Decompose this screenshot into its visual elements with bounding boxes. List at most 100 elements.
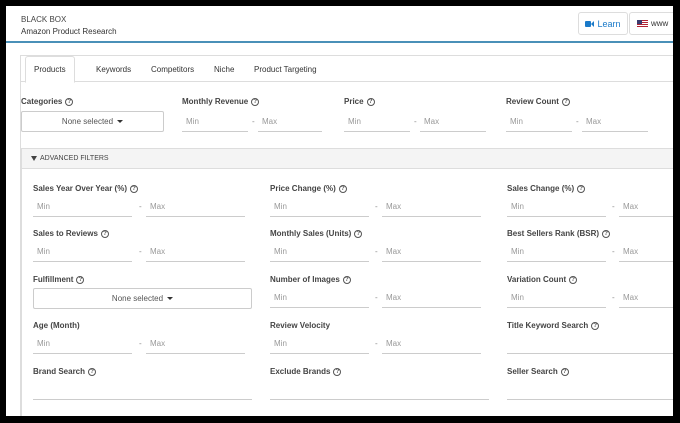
video-camera-icon [585,20,595,27]
sales-to-reviews-min-input[interactable] [33,242,132,262]
us-flag-icon [637,20,648,27]
price-max-input[interactable] [420,112,486,132]
help-icon[interactable]: ? [569,275,578,284]
advanced-filters-toggle[interactable]: ADVANCED FILTERS [22,149,673,169]
sales-yoy-max-input[interactable] [146,197,245,217]
range-separator: - [375,247,378,256]
help-icon[interactable]: ? [602,229,611,238]
exclude-brands-input[interactable] [270,380,489,400]
help-icon[interactable]: ? [100,229,109,238]
app-window: BLACK BOX Amazon Product Research Learn … [6,6,673,416]
sales-change-label: Sales Change (%) ? [507,184,586,193]
advanced-filters-section: ADVANCED FILTERS Sales Year Over Year (%… [21,148,673,416]
sales-to-reviews-max-input[interactable] [146,242,245,262]
fulfillment-label: Fulfillment ? [33,275,85,284]
help-icon[interactable]: ? [561,97,570,106]
range-separator: - [612,247,615,256]
range-separator: - [139,202,142,211]
tab-product-targeting[interactable]: Product Targeting [254,56,317,82]
categories-select[interactable]: None selected [21,111,164,132]
advanced-filters-title: ADVANCED FILTERS [40,155,109,162]
marketplace-selector[interactable]: www [629,12,673,35]
brand-title: BLACK BOX [21,15,67,24]
review-velocity-max-input[interactable] [382,334,481,354]
fulfillment-select[interactable]: None selected [33,288,252,309]
exclude-brands-label: Exclude Brands ? [270,367,342,376]
range-separator: - [612,293,615,302]
num-images-label: Number of Images ? [270,275,351,284]
title-keyword-input[interactable] [507,334,673,354]
bsr-label: Best Sellers Rank (BSR) ? [507,229,611,238]
help-icon[interactable]: ? [577,184,586,193]
brand-search-input[interactable] [33,380,252,400]
filters-panel: Products Keywords Competitors Niche Prod… [20,55,673,416]
help-icon[interactable]: ? [591,321,600,330]
help-icon[interactable]: ? [342,275,351,284]
tab-products[interactable]: Products [25,56,75,83]
price-change-label: Price Change (%) ? [270,184,347,193]
brand-subtitle: Amazon Product Research [21,27,117,36]
help-icon[interactable]: ? [354,229,363,238]
review-count-min-input[interactable] [506,112,572,132]
num-images-max-input[interactable] [382,288,481,308]
review-count-label: Review Count ? [506,97,570,106]
range-separator: - [612,202,615,211]
monthly-sales-min-input[interactable] [270,242,369,262]
seller-search-label: Seller Search ? [507,367,569,376]
monthly-revenue-label: Monthly Revenue ? [182,97,260,106]
bsr-min-input[interactable] [507,242,606,262]
price-change-max-input[interactable] [382,197,481,217]
monthly-revenue-min-input[interactable] [182,112,248,132]
caret-down-icon [167,297,174,300]
monthly-sales-label: Monthly Sales (Units) ? [270,229,363,238]
bsr-max-input[interactable] [619,242,673,262]
variation-count-max-input[interactable] [619,288,673,308]
help-icon[interactable]: ? [333,367,342,376]
sales-yoy-min-input[interactable] [33,197,132,217]
help-icon[interactable]: ? [338,184,347,193]
learn-button[interactable]: Learn [578,12,628,35]
tab-niche[interactable]: Niche [214,56,234,82]
help-icon[interactable]: ? [251,97,260,106]
tab-keywords[interactable]: Keywords [96,56,131,82]
tab-competitors[interactable]: Competitors [151,56,194,82]
num-images-min-input[interactable] [270,288,369,308]
range-separator: - [375,202,378,211]
price-change-min-input[interactable] [270,197,369,217]
help-icon[interactable]: ? [76,275,85,284]
price-label: Price ? [344,97,375,106]
range-separator: - [252,117,255,126]
brand-search-label: Brand Search ? [33,367,97,376]
seller-search-input[interactable] [507,380,673,400]
review-velocity-min-input[interactable] [270,334,369,354]
variation-count-min-input[interactable] [507,288,606,308]
caret-down-icon [117,120,124,123]
help-icon[interactable]: ? [130,184,138,193]
marketplace-label: www [651,19,669,28]
help-icon[interactable]: ? [560,367,569,376]
sales-to-reviews-label: Sales to Reviews ? [33,229,109,238]
review-velocity-label: Review Velocity [270,321,331,330]
help-icon[interactable]: ? [88,367,97,376]
range-separator: - [576,117,579,126]
review-count-max-input[interactable] [582,112,648,132]
age-label: Age (Month) [33,321,80,330]
age-min-input[interactable] [33,334,132,354]
monthly-revenue-max-input[interactable] [258,112,322,132]
help-icon[interactable]: ? [65,97,74,106]
variation-count-label: Variation Count ? [507,275,578,284]
sales-change-max-input[interactable] [619,197,673,217]
range-separator: - [375,293,378,302]
filter-icon [31,156,37,161]
range-separator: - [375,339,378,348]
tab-bar: Products Keywords Competitors Niche Prod… [21,56,673,83]
range-separator: - [139,247,142,256]
help-icon[interactable]: ? [366,97,375,106]
price-min-input[interactable] [344,112,410,132]
categories-label: Categories ? [21,97,74,106]
age-max-input[interactable] [146,334,245,354]
sales-change-min-input[interactable] [507,197,606,217]
learn-label: Learn [597,18,621,29]
monthly-sales-max-input[interactable] [382,242,481,262]
range-separator: - [139,339,142,348]
